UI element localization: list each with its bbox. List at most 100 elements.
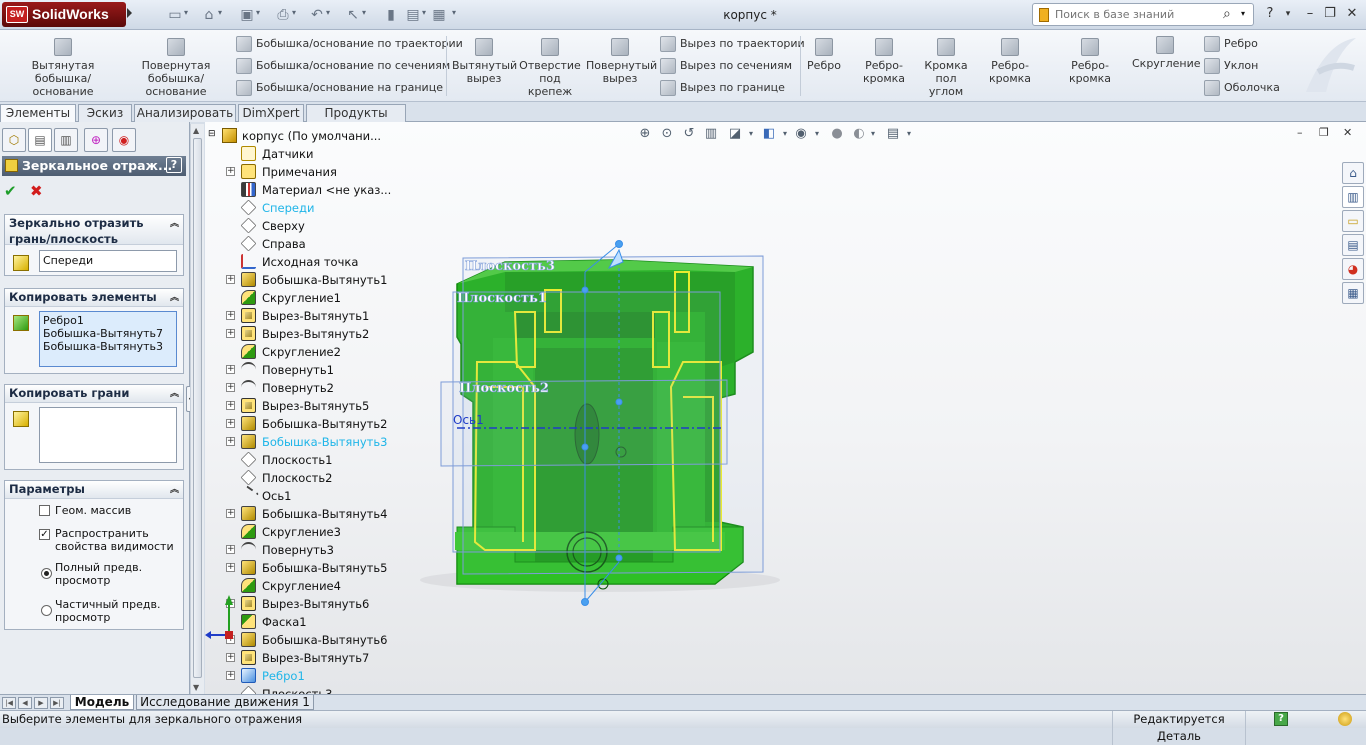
tab-evaluate[interactable]: Анализировать [134,104,236,122]
property-manager-tab-icon[interactable]: ▤ [28,128,52,152]
faces-to-copy-list[interactable] [39,407,177,463]
collapse-icon[interactable]: ︽ [170,216,179,232]
collapse-toggle-icon[interactable]: ⊟ [208,129,216,139]
swept-cut-button[interactable]: Вырез по траектории [660,36,805,52]
tab-sketch[interactable]: Эскиз [78,104,132,122]
search-dropdown-icon[interactable]: ▾ [1241,9,1245,18]
undo-dropdown-icon[interactable]: ▾ [326,8,330,17]
revolved-boss-button[interactable]: Повернутая бобышка/основание [120,38,232,98]
expand-toggle-icon[interactable]: + [226,365,235,374]
file-properties-icon[interactable]: ▤ [404,6,422,24]
miter-flange-button[interactable]: Кромка пол углом [924,38,968,98]
plane3-label[interactable]: Плоскость3 [465,259,556,275]
propagate-visual-checkbox[interactable]: ✓ [39,529,50,540]
collapse-icon[interactable]: ︽ [170,290,179,306]
open-dropdown-icon[interactable]: ▾ [218,8,222,17]
help-dropdown-icon[interactable]: ▾ [1280,9,1296,19]
swept-boss-button[interactable]: Бобышка/основание по траектории [236,36,463,52]
tab-model[interactable]: Модель [70,695,134,710]
edge-flange-button-3[interactable]: Ребро-кромка [1052,38,1128,85]
mirror-plane-field[interactable]: Спереди [39,250,177,272]
select-icon[interactable]: ↖ [344,6,362,24]
select-dropdown-icon[interactable]: ▾ [362,8,366,17]
new-icon[interactable]: ▭ [166,6,184,24]
plane1-label[interactable]: Плоскость1 [457,291,548,307]
tab-features[interactable]: Элементы [0,104,76,123]
ok-button[interactable]: ✔ [4,182,17,200]
expand-toggle-icon[interactable]: + [226,545,235,554]
print-icon[interactable]: ⎙ [274,6,292,24]
feature-manager-tab-icon[interactable]: ⬡ [2,128,26,152]
tab-office-products[interactable]: Продукты Office [306,104,406,137]
hole-wizard-button[interactable]: Отверстие под крепеж [518,38,582,98]
draft-button[interactable]: Уклон [1204,58,1258,74]
previous-tab-icon[interactable]: ◀ [18,697,32,709]
appearances-icon[interactable]: ◕ [1342,258,1364,280]
undo-icon[interactable]: ↶ [308,6,326,24]
rebuild-icon[interactable]: ▮ [382,6,400,24]
group-header[interactable]: Параметры ︽ [5,481,183,499]
boundary-cut-button[interactable]: Вырез по границе [660,80,785,96]
lofted-boss-button[interactable]: Бобышка/основание по сечениям [236,58,450,74]
help-icon[interactable]: ? [166,157,182,173]
rebuild-status-icon[interactable] [1338,712,1352,726]
full-preview-radio[interactable] [41,568,52,579]
minimize-button[interactable]: – [1302,6,1318,21]
close-button[interactable]: ✕ [1344,6,1360,21]
group-header[interactable]: Копировать грани ︽ [5,385,183,403]
group-header[interactable]: Зеркально отразить грань/плоскость ︽ [5,215,183,246]
list-item[interactable]: Бобышка-Вытянуть7 [43,327,173,340]
tab-motion-study[interactable]: Исследование движения 1 [136,695,314,710]
restore-button[interactable]: ❐ [1322,6,1338,21]
features-to-copy-list[interactable]: Ребро1 Бобышка-Вытянуть7 Бобышка-Вытянут… [39,311,177,367]
next-tab-icon[interactable]: ▶ [34,697,48,709]
last-tab-icon[interactable]: ▶| [50,697,64,709]
open-icon[interactable]: ⌂ [200,6,218,24]
tab-dimxpert[interactable]: DimXpert [238,104,304,122]
expand-toggle-icon[interactable]: + [226,311,235,320]
design-library-icon[interactable]: ▥ [1342,186,1364,208]
revolved-cut-button[interactable]: Повернутый вырез [586,38,657,85]
save-icon[interactable]: ▣ [238,6,256,24]
extruded-boss-button[interactable]: Вытянутая бобышка/основание [6,38,120,98]
view-palette-icon[interactable]: ▤ [1342,234,1364,256]
group-header[interactable]: Копировать элементы ︽ [5,289,183,307]
cancel-button[interactable]: ✖ [30,182,43,200]
expand-toggle-icon[interactable]: + [226,383,235,392]
collapse-icon[interactable]: ︽ [170,386,179,402]
expand-toggle-icon[interactable]: + [226,401,235,410]
menu-flyout-arrow-icon[interactable] [127,8,132,18]
expand-toggle-icon[interactable]: + [226,509,235,518]
solidworks-resources-icon[interactable]: ⌂ [1342,162,1364,184]
expand-toggle-icon[interactable]: + [226,167,235,176]
file-explorer-icon[interactable]: ▭ [1342,210,1364,232]
expand-toggle-icon[interactable]: + [226,653,235,662]
expand-toggle-icon[interactable]: + [226,563,235,572]
expand-toggle-icon[interactable]: + [226,437,235,446]
edge-flange-button-2[interactable]: Ребро-кромка [972,38,1048,85]
fillet-button[interactable]: Скругление [1132,36,1201,70]
dimxpert-manager-tab-icon[interactable]: ⊕ [84,128,108,152]
options-icon[interactable]: ▦ [430,6,448,24]
plane2-label[interactable]: Плоскость2 [459,381,550,397]
quick-tips-icon[interactable]: ? [1274,712,1288,726]
first-tab-icon[interactable]: |◀ [2,697,16,709]
search-input[interactable] [1055,6,1225,23]
lofted-cut-button[interactable]: Вырез по сечениям [660,58,792,74]
extruded-cut-button[interactable]: Вытянутый вырез [452,38,517,85]
configuration-manager-tab-icon[interactable]: ▥ [54,128,78,152]
options-dropdown-icon[interactable]: ▾ [452,8,456,17]
list-item[interactable]: Бобышка-Вытянуть3 [43,340,173,353]
list-item[interactable]: Ребро1 [43,314,173,327]
expand-toggle-icon[interactable]: + [226,419,235,428]
rib-button[interactable]: Ребро [1204,36,1258,52]
geometry-pattern-checkbox[interactable] [39,505,50,516]
expand-toggle-icon[interactable]: + [226,329,235,338]
file-properties-dropdown-icon[interactable]: ▾ [422,8,426,17]
partial-preview-radio[interactable] [41,605,52,616]
sheet-metal-rib-button[interactable]: Ребро [804,38,844,72]
edge-flange-button-1[interactable]: Ребро-кромка [846,38,922,85]
save-dropdown-icon[interactable]: ▾ [256,8,260,17]
print-dropdown-icon[interactable]: ▾ [292,8,296,17]
expand-toggle-icon[interactable]: + [226,671,235,680]
